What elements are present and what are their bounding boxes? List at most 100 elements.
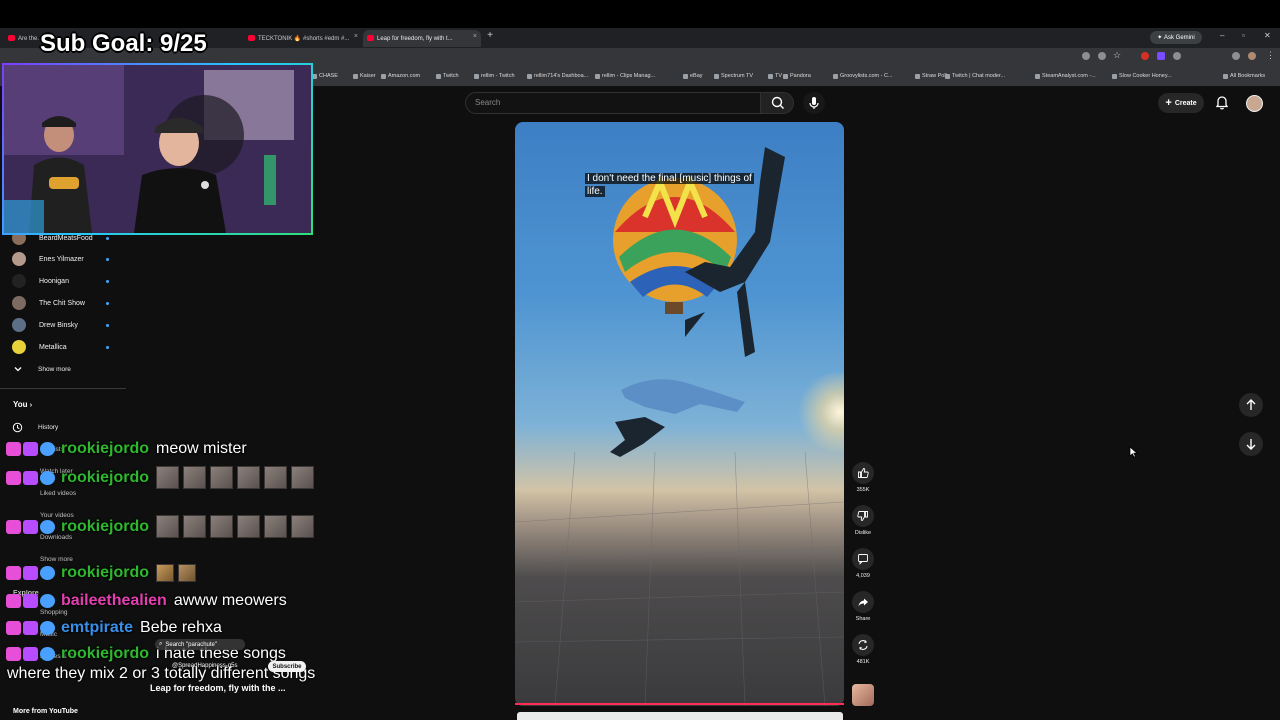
profile-icon[interactable]	[1232, 52, 1240, 60]
chat-message: rookiejordo meow mister	[6, 440, 247, 458]
chat-emote	[237, 466, 261, 489]
channel-avatar	[12, 252, 26, 266]
channel-handle[interactable]: @SpreadHappiness-q5s	[172, 663, 237, 669]
notifications-button[interactable]	[1214, 95, 1230, 111]
channel-avatar	[12, 318, 26, 332]
like-button[interactable]: 355K	[851, 462, 875, 493]
sidebar-subscription[interactable]: Hoonigan	[12, 272, 122, 290]
close-tab-icon[interactable]: ×	[473, 33, 477, 40]
bookmark-favicon-icon	[527, 73, 532, 79]
subscribe-button[interactable]: Subscribe	[268, 661, 306, 672]
youtube-favicon-icon	[248, 35, 255, 41]
you-section-heading[interactable]: You ›	[13, 400, 32, 409]
create-button[interactable]: + Create	[1158, 93, 1204, 113]
video-title[interactable]: Leap for freedom, fly with the ...	[150, 683, 286, 693]
chat-badge-icon	[6, 594, 21, 608]
bookmark-item[interactable]: eBay	[683, 73, 703, 79]
channel-avatar	[12, 340, 26, 354]
new-tab-button[interactable]: +	[484, 30, 496, 42]
maximize-icon[interactable]: ▫	[1242, 31, 1245, 40]
tab-title: Are the...	[18, 35, 43, 42]
remix-button[interactable]: 481K	[851, 634, 875, 665]
sidebar-item-shopping[interactable]: Shopping	[40, 609, 67, 616]
share-button[interactable]: Share	[851, 591, 875, 622]
close-window-icon[interactable]: ✕	[1264, 31, 1271, 40]
bookmark-item[interactable]: Pandora	[783, 73, 811, 79]
bookmark-item[interactable]: SteamAnalyst.com -...	[1035, 73, 1096, 79]
comments-button[interactable]: 4,039	[851, 548, 875, 579]
sidebar-subscription[interactable]: Drew Binsky	[12, 316, 122, 334]
extension-icon[interactable]	[1157, 52, 1165, 60]
video-progress-bar[interactable]	[515, 703, 844, 705]
next-short-button[interactable]	[1239, 432, 1263, 456]
account-avatar[interactable]	[1246, 95, 1263, 112]
extensions-puzzle-icon[interactable]	[1173, 52, 1181, 60]
new-content-dot	[106, 280, 109, 283]
folder-icon	[1223, 73, 1228, 79]
chat-badge-icon	[40, 470, 55, 485]
install-icon[interactable]	[1098, 52, 1106, 60]
minimize-icon[interactable]: –	[1220, 31, 1224, 40]
sidebar-item-history[interactable]: History	[12, 420, 58, 434]
browser-tab[interactable]: TECKTONIK 🔥 #shorts #edm #... ×	[244, 30, 362, 47]
share-label: Share	[855, 616, 871, 622]
close-tab-icon[interactable]: ×	[354, 33, 358, 40]
bookmark-item[interactable]: Twitch	[436, 73, 459, 79]
extension-icon[interactable]	[1141, 52, 1149, 60]
show-more-subscriptions[interactable]: Show more	[12, 362, 71, 376]
search-suggestion-chip[interactable]: ⌕ Search "parachute"	[155, 639, 245, 650]
share-arrow-icon	[858, 598, 868, 607]
star-icon[interactable]: ☆	[1113, 50, 1121, 61]
bookmark-item[interactable]: Groovylists.com - C...	[833, 73, 893, 79]
bookmark-item[interactable]: rellim - Twitch	[474, 73, 515, 79]
remix-count: 481K	[856, 659, 870, 665]
profile-avatar-icon[interactable]	[1248, 52, 1256, 60]
bookmark-item[interactable]: Spectrum TV	[714, 73, 753, 79]
sidebar-subscription[interactable]: The Chit Show	[12, 294, 122, 312]
new-content-dot	[106, 237, 109, 240]
bookmark-item[interactable]: Straw Poll	[915, 73, 947, 79]
chat-emote	[178, 564, 197, 582]
sidebar-item-liked-videos[interactable]: Liked videos	[40, 490, 76, 497]
chat-username: rookiejordo	[61, 468, 150, 486]
voice-search-button[interactable]	[803, 92, 825, 114]
sidebar-subscription[interactable]: Enes Yilmazer	[12, 250, 122, 268]
search-icon: ⌕	[159, 641, 163, 647]
previous-short-button[interactable]	[1239, 393, 1263, 417]
chat-message: rookiejordo	[6, 564, 200, 582]
audio-source-thumbnail[interactable]	[852, 684, 874, 706]
ask-gemini-button[interactable]: ✦ Ask Gemini	[1150, 31, 1202, 44]
bookmark-item[interactable]: Amazon.com	[381, 73, 420, 79]
bookmark-item[interactable]: Kaiser	[353, 73, 376, 79]
chat-emote	[210, 515, 234, 538]
dislike-button[interactable]: Dislike	[851, 505, 875, 536]
bookmark-favicon-icon	[783, 73, 788, 79]
search-button[interactable]	[760, 92, 794, 114]
bookmark-favicon-icon	[1035, 73, 1040, 79]
browser-tab-active[interactable]: Leap for freedom, fly with t... ×	[363, 30, 481, 47]
chat-badge-icon	[40, 594, 55, 608]
zoom-icon[interactable]	[1082, 52, 1090, 60]
short-video-player[interactable]	[515, 122, 844, 706]
youtube-favicon-icon	[8, 35, 15, 41]
bookmark-item[interactable]: rellim714's Dashboa...	[527, 73, 588, 79]
microphone-icon	[809, 97, 819, 109]
menu-dots-icon[interactable]: ⋮	[1266, 50, 1275, 61]
chevron-right-icon: ›	[29, 402, 33, 409]
all-bookmarks-button[interactable]: All Bookmarks	[1223, 73, 1265, 79]
dislike-label: Dislike	[854, 530, 872, 536]
like-count: 355K	[856, 487, 870, 493]
sidebar-subscription[interactable]: Metallica	[12, 338, 122, 356]
bookmark-item[interactable]: CHASE	[312, 73, 338, 79]
next-short-preview[interactable]	[517, 712, 843, 720]
search-icon	[771, 96, 784, 109]
bookmark-item[interactable]: rellim - Clips Manag...	[595, 73, 655, 79]
chat-emote	[237, 515, 261, 538]
search-input[interactable]: Search	[465, 92, 761, 114]
chat-badge-icon	[40, 621, 55, 635]
chat-badge-icon	[40, 519, 55, 534]
sidebar-item-show-more[interactable]: Show more	[40, 556, 73, 563]
bookmark-item[interactable]: TV	[768, 73, 782, 79]
bookmark-item[interactable]: Twitch | Chat moder...	[945, 73, 1005, 79]
bookmark-item[interactable]: Slow Cooker Honey...	[1112, 73, 1172, 79]
